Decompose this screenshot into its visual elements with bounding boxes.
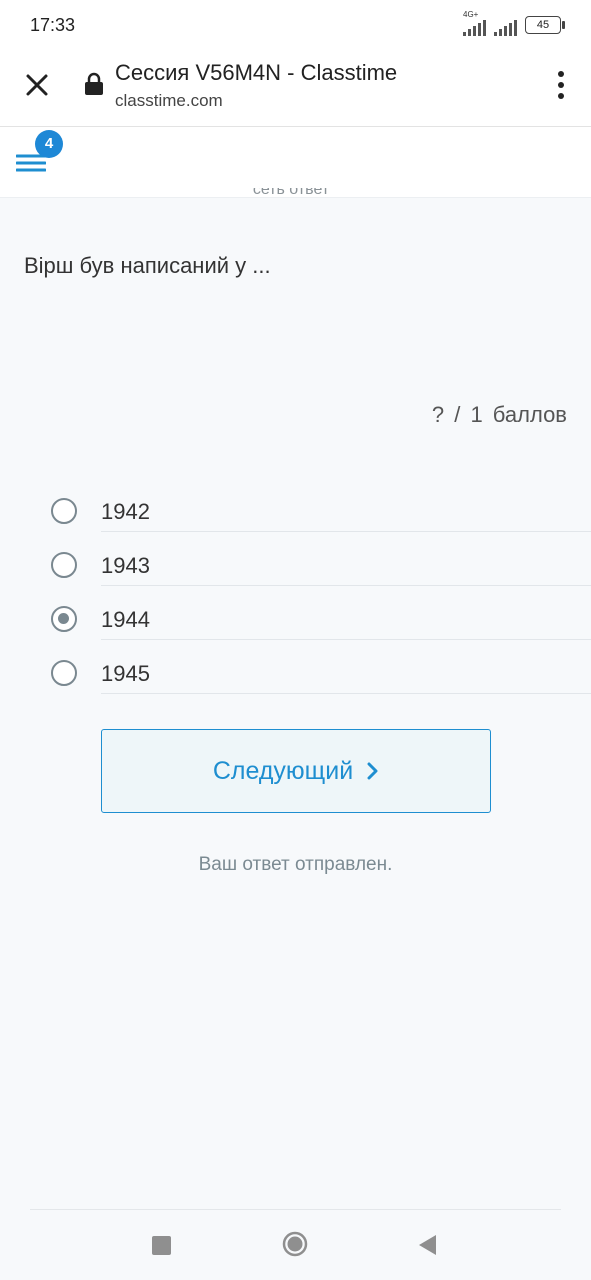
scrolled-text-fragment: сеть ответ [252, 188, 330, 198]
question-text: Вірш був написаний у ... [24, 253, 271, 278]
radio-button[interactable] [51, 660, 77, 686]
page-title: Сессия V56M4N - Classtime [115, 60, 398, 85]
option-1942[interactable]: 1942 [0, 486, 591, 540]
radio-button[interactable] [51, 552, 77, 578]
option-label: 1942 [101, 486, 591, 532]
next-button[interactable]: Следующий [101, 729, 491, 813]
points-label: ? / 1 баллов [431, 402, 567, 427]
option-label: 1945 [101, 648, 591, 694]
browser-toolbar: Сессия V56M4N - Classtime classtime.com [0, 52, 591, 127]
status-time: 17:33 [30, 15, 76, 35]
recent-apps-icon[interactable] [152, 1236, 171, 1255]
status-bar: 17:33 4G+ 45 [0, 0, 591, 52]
page-url: classtime.com [115, 91, 223, 110]
next-button-label: Следующий [212, 756, 354, 785]
option-1943[interactable]: 1943 [0, 540, 591, 594]
chevron-right-icon [367, 762, 378, 780]
system-nav-bar [0, 1210, 591, 1280]
answer-options: 1942 1943 1944 1945 [0, 486, 591, 702]
network-type-label: 4G+ [463, 10, 479, 19]
back-icon[interactable] [416, 1233, 438, 1257]
signal-icon: 4G+ [463, 10, 486, 36]
notification-badge: 4 [35, 130, 63, 158]
status-icons: 4G+ 45 [463, 10, 565, 36]
option-label: 1944 [101, 594, 591, 640]
home-icon[interactable] [282, 1231, 308, 1257]
signal-icon-2 [494, 14, 517, 36]
lock-icon [85, 72, 103, 95]
radio-button-selected[interactable] [51, 606, 77, 632]
option-label: 1943 [101, 540, 591, 586]
option-1944[interactable]: 1944 [0, 594, 591, 648]
battery-icon: 45 [525, 16, 565, 34]
radio-button[interactable] [51, 498, 77, 524]
option-1945[interactable]: 1945 [0, 648, 591, 702]
close-icon[interactable] [22, 70, 52, 100]
more-vert-icon[interactable] [557, 70, 565, 100]
submitted-message: Ваш ответ отправлен. [198, 854, 393, 875]
